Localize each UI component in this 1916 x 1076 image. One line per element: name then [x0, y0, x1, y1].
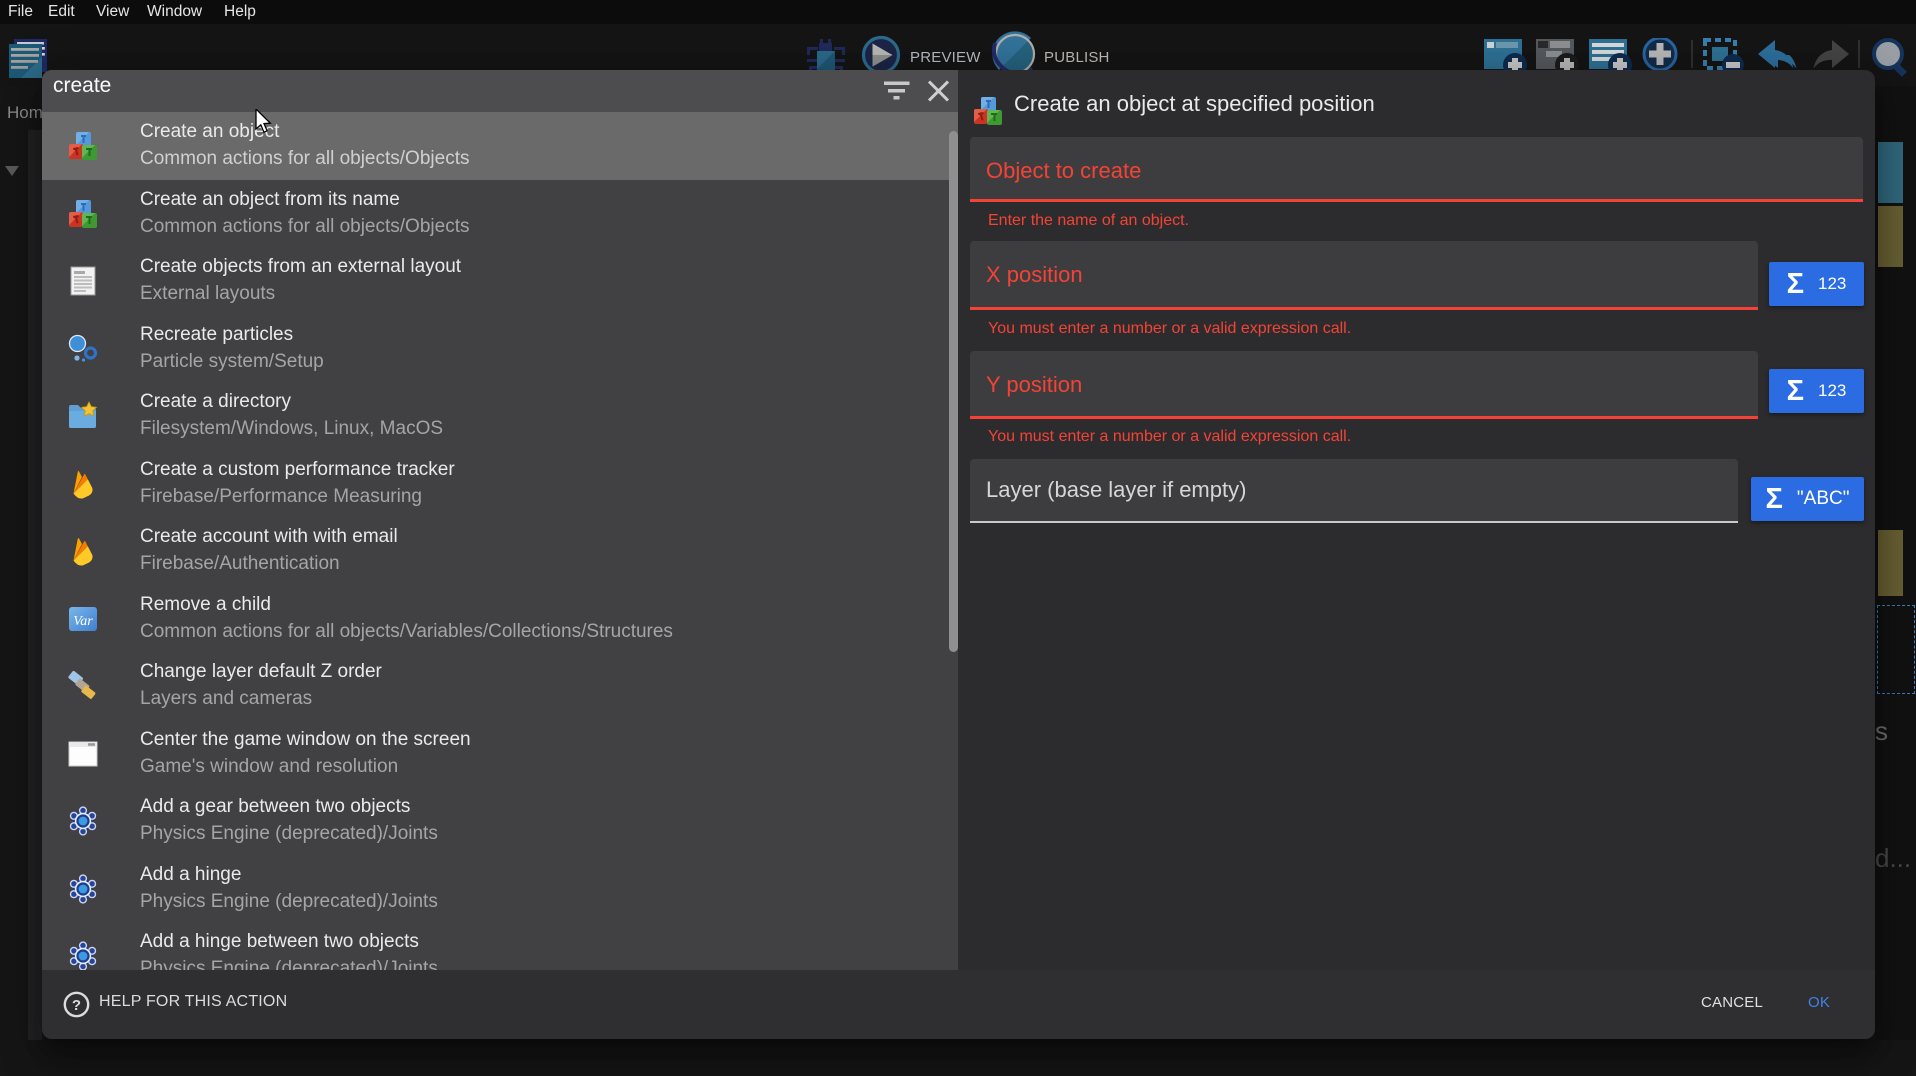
svg-text:Var: Var	[73, 614, 93, 629]
svg-text:?: ?	[72, 997, 81, 1014]
